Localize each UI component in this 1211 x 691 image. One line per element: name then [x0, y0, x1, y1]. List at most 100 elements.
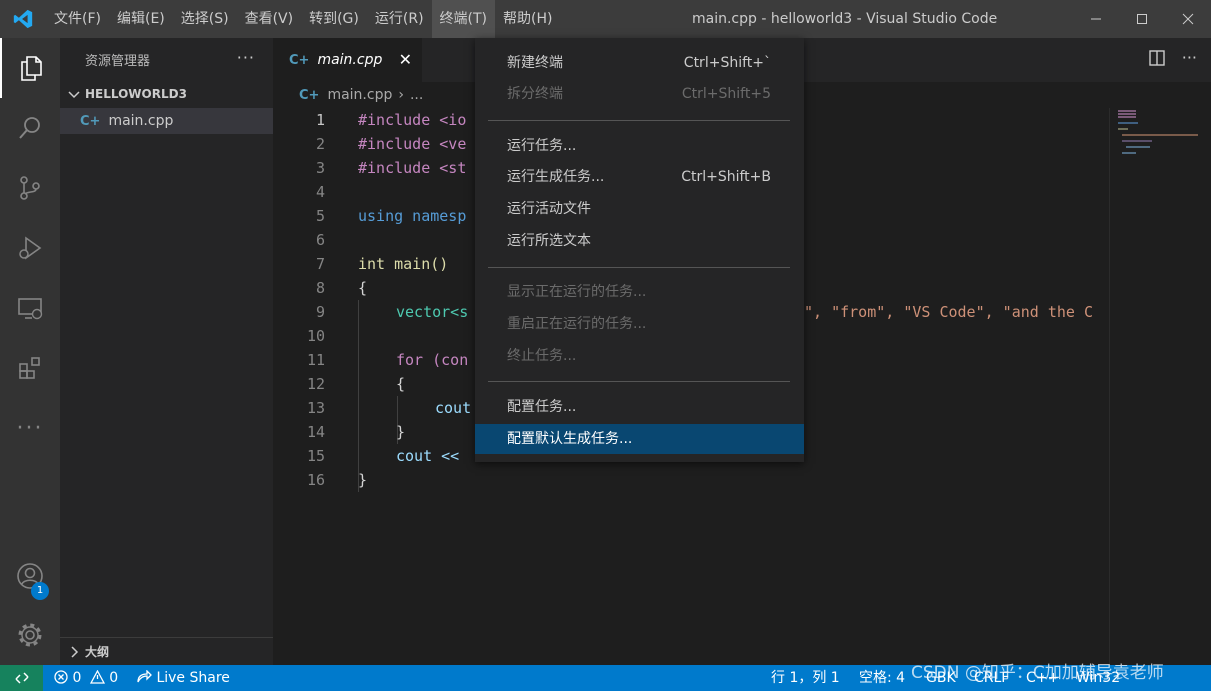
menu-item-label: 运行任务... [507, 138, 577, 154]
menu-item-label: 配置任务... [507, 399, 577, 415]
code-text: #include <st [358, 159, 467, 177]
menu-item-label: 终止任务... [507, 348, 577, 364]
menu-item-label: 重启正在运行的任务... [507, 316, 647, 332]
live-share-button[interactable]: Live Share [136, 665, 230, 691]
file-main-cpp[interactable]: C+ main.cpp [60, 108, 273, 134]
menu-separator [488, 267, 790, 268]
outline-section[interactable]: 大纲 [60, 637, 273, 665]
menu-terminal[interactable]: 终端(T) [431, 0, 496, 38]
menu-item-run-task[interactable]: 运行任务... [475, 131, 804, 161]
error-count: 0 [72, 670, 82, 686]
live-share-label: Live Share [156, 670, 230, 686]
line-number: 15 [306, 447, 325, 465]
account-badge: 1 [31, 582, 49, 600]
folder-helloworld3[interactable]: HELLOWORLD3 [60, 80, 273, 108]
search-button[interactable] [0, 98, 60, 158]
extensions-button[interactable] [0, 338, 60, 398]
remote-explorer-button[interactable] [0, 278, 60, 338]
menu-separator [488, 120, 790, 121]
line-number: 12 [306, 375, 325, 393]
minimap-line [1118, 110, 1136, 112]
minimize-button[interactable] [1073, 0, 1119, 38]
chevron-right-icon [71, 645, 79, 658]
source-control-button[interactable] [0, 158, 60, 218]
settings-button[interactable] [0, 605, 60, 665]
problems-indicator[interactable]: 0 0 [54, 665, 118, 691]
warning-count: 0 [109, 670, 119, 686]
minimap-line [1118, 128, 1128, 130]
indentation[interactable]: 空格: 4 [859, 665, 905, 691]
menu-go[interactable]: 转到(G) [301, 0, 367, 38]
menu-item-label: 运行活动文件 [507, 201, 591, 217]
line-number: 5 [315, 207, 325, 225]
breadcrumb-file[interactable]: main.cpp [327, 87, 392, 103]
editor-more-actions-icon[interactable]: ··· [1182, 48, 1197, 67]
run-debug-icon [19, 236, 42, 260]
minimap-line [1118, 116, 1136, 118]
menu-item-configure-default-build-task[interactable]: 配置默认生成任务... [475, 424, 804, 454]
search-icon [19, 117, 40, 139]
menu-item-label: 显示正在运行的任务... [507, 284, 647, 300]
file-label: main.cpp [108, 113, 174, 129]
menu-item-shortcut: Ctrl+Shift+` [683, 55, 771, 71]
code-text: int main() [358, 255, 449, 273]
split-editor-icon[interactable] [1148, 49, 1166, 67]
code-text: { [396, 375, 406, 393]
minimap[interactable] [1109, 108, 1211, 665]
close-window-button[interactable] [1165, 0, 1211, 38]
code-text: for (con [396, 351, 469, 369]
remote-indicator[interactable] [0, 665, 43, 691]
menu-file[interactable]: 文件(F) [46, 0, 109, 38]
cpp-file-icon: C+ [80, 113, 101, 129]
menu-item-split-terminal[interactable]: 拆分终端 Ctrl+Shift+5 [475, 79, 804, 109]
menu-run[interactable]: 运行(R) [367, 0, 432, 38]
chevron-down-icon [68, 91, 80, 99]
tab-close-icon[interactable]: ✕ [399, 50, 412, 69]
code-text: #include <io [358, 111, 467, 129]
menu-item-run-active-file[interactable]: 运行活动文件 [475, 194, 804, 224]
menu-item-run-build-task[interactable]: 运行生成任务... Ctrl+Shift+B [475, 162, 804, 192]
minimize-icon [1091, 18, 1101, 20]
menu-item-configure-tasks[interactable]: 配置任务... [475, 392, 804, 422]
line-number: 13 [306, 399, 325, 417]
menu-item-label: 配置默认生成任务... [507, 431, 633, 447]
tab-label: main.cpp [317, 52, 383, 68]
explorer-button[interactable] [0, 38, 60, 98]
menu-item-run-selected-text[interactable]: 运行所选文本 [475, 226, 804, 256]
menu-item-shortcut: Ctrl+Shift+5 [681, 86, 771, 102]
code-text: } [396, 423, 406, 441]
menu-item-show-running-tasks[interactable]: 显示正在运行的任务... [475, 277, 804, 307]
more-icon[interactable]: ··· [0, 398, 60, 458]
menu-help[interactable]: 帮助(H) [495, 0, 560, 38]
account-button[interactable]: 1 [0, 546, 60, 606]
extensions-icon [19, 357, 40, 379]
explorer-more-actions-icon[interactable]: ··· [237, 48, 255, 67]
menu-edit[interactable]: 编辑(E) [109, 0, 173, 38]
minimap-line [1118, 122, 1138, 124]
code-text: cout << [396, 447, 460, 465]
minimap-line [1122, 152, 1136, 154]
cpp-file-icon: C+ [289, 52, 310, 68]
run-debug-button[interactable] [0, 218, 60, 278]
explorer-header: 资源管理器 ··· [60, 38, 273, 80]
maximize-button[interactable] [1119, 0, 1165, 38]
menu-item-restart-running-task[interactable]: 重启正在运行的任务... [475, 309, 804, 339]
menu-separator [488, 381, 790, 382]
settings-gear-icon [18, 623, 42, 647]
menu-item-new-terminal[interactable]: 新建终端 Ctrl+Shift+` [475, 48, 804, 78]
menu-item-label: 运行所选文本 [507, 233, 591, 249]
menu-item-label: 运行生成任务... [507, 169, 605, 185]
remote-icon [14, 672, 29, 684]
menu-item-terminate-task[interactable]: 终止任务... [475, 341, 804, 371]
cursor-position[interactable]: 行 1，列 1 [771, 665, 840, 691]
menu-selection[interactable]: 选择(S) [173, 0, 237, 38]
breadcrumb-more[interactable]: ... [410, 87, 423, 103]
menu-item-shortcut: Ctrl+Shift+B [681, 169, 771, 185]
code-text-tail: ", "from", "VS Code", "and the C [804, 303, 1093, 321]
menu-item-label: 新建终端 [507, 55, 563, 71]
menu-view[interactable]: 查看(V) [237, 0, 302, 38]
remote-explorer-icon [18, 298, 43, 320]
line-number: 9 [315, 303, 325, 321]
code-text: cout [435, 399, 472, 417]
tab-main-cpp[interactable]: C+ main.cpp ✕ [273, 38, 422, 82]
